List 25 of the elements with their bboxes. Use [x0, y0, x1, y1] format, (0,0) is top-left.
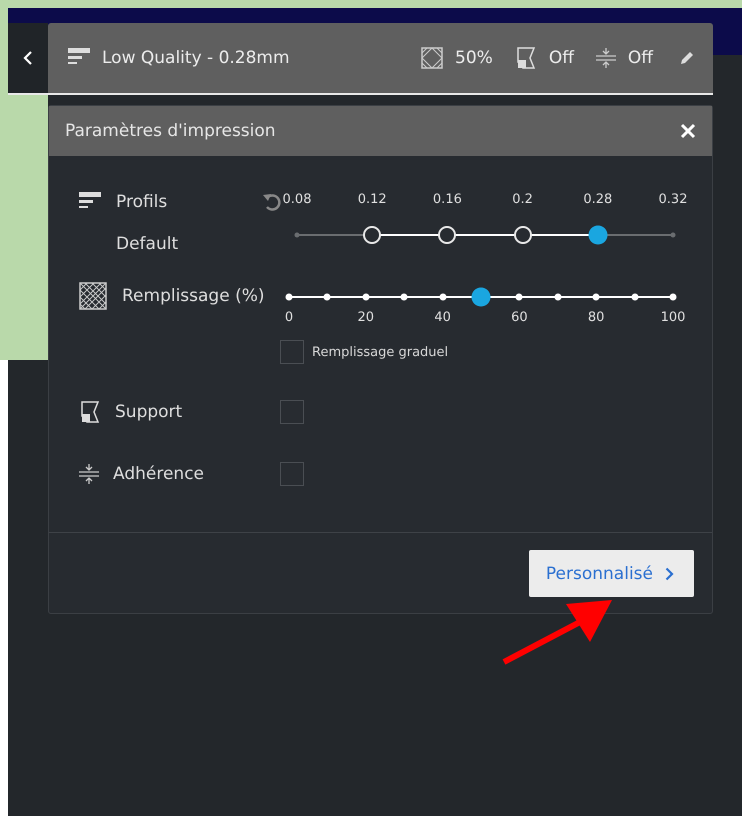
infill-value-label: 60 [511, 310, 528, 325]
custom-button[interactable]: Personnalisé [528, 550, 694, 597]
adhesion-summary: Off [628, 48, 653, 68]
infill-value-label: 20 [358, 310, 374, 325]
panel-title: Paramètres d'impression [65, 121, 276, 141]
support-summary: Off [548, 48, 574, 68]
layer-height-label: 0.32 [658, 192, 688, 207]
gradual-infill-label: Remplissage graduel [312, 344, 448, 360]
layer-height-label: 0.08 [282, 192, 312, 207]
profiles-label: Profils [116, 192, 168, 212]
support-label: Support [115, 402, 182, 422]
infill-value-label: 100 [660, 310, 686, 325]
infill-summary: 50% [455, 48, 493, 68]
infill-value-label: 80 [588, 310, 604, 325]
infill-value-label: 0 [284, 310, 294, 325]
profile-summary: Low Quality - 0.28mm [102, 48, 290, 68]
adhesion-label: Adhérence [113, 464, 204, 484]
profile-name: Default [116, 234, 180, 254]
layer-height-label: 0.16 [432, 192, 462, 207]
layer-height-label: 0.28 [583, 192, 612, 207]
settings-summary-bar[interactable]: Low Quality - 0.28mm 50% Off Off [48, 23, 713, 93]
infill-value-label: 40 [434, 310, 451, 325]
layer-height-label: 0.12 [358, 192, 387, 207]
infill-label: Remplissage (%) [122, 286, 265, 306]
layer-height-label: 0.2 [512, 192, 533, 207]
